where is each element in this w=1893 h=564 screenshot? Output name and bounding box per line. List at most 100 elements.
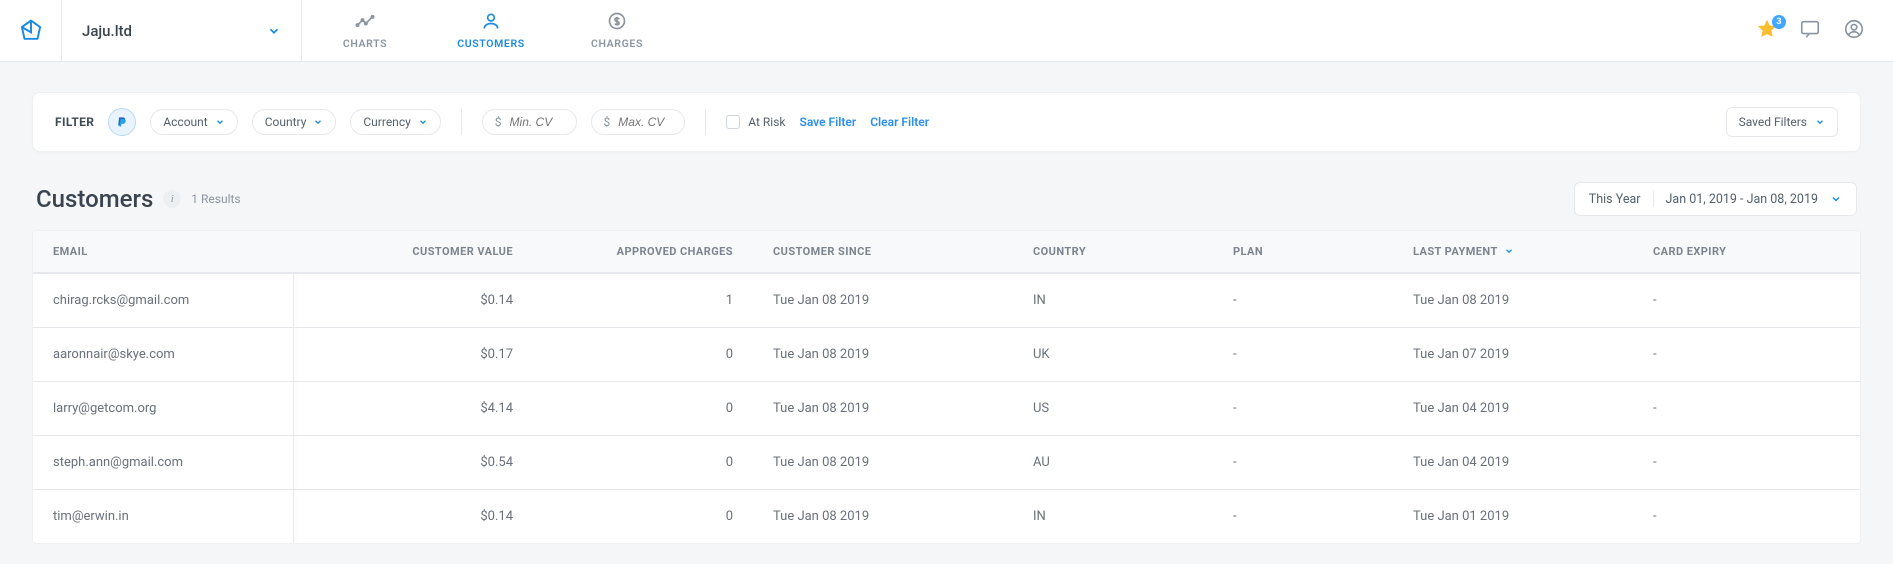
cell-email: chirag.rcks@gmail.com [33, 293, 293, 308]
cell-approved: 0 [533, 401, 753, 416]
cell-plan: - [1213, 347, 1393, 362]
table-row[interactable]: tim@erwin.in$0.140Tue Jan 08 2019IN-Tue … [33, 489, 1860, 543]
cell-since: Tue Jan 08 2019 [753, 509, 1013, 524]
cell-customer-value: $4.14 [293, 401, 533, 416]
date-range-picker[interactable]: This Year Jan 01, 2019 - Jan 08, 2019 [1574, 182, 1857, 216]
cell-approved: 0 [533, 509, 753, 524]
chevron-down-icon [418, 117, 428, 127]
pill-label: Country [265, 115, 307, 129]
pill-label: Account [163, 115, 207, 129]
nav-tabs: CHARTS CUSTOMERS CHARGES [302, 0, 680, 61]
table-body: chirag.rcks@gmail.com$0.141Tue Jan 08 20… [33, 273, 1860, 543]
chevron-down-icon [1830, 193, 1842, 205]
sort-desc-icon [1504, 246, 1514, 256]
country-filter[interactable]: Country [252, 109, 337, 135]
col-last-payment[interactable]: LAST PAYMENT [1393, 245, 1633, 258]
results-count: 1 Results [191, 192, 240, 206]
col-approved[interactable]: APPROVED CHARGES [533, 245, 753, 258]
col-country[interactable]: COUNTRY [1013, 245, 1213, 258]
cell-approved: 1 [533, 293, 753, 308]
chevron-down-icon [267, 24, 281, 38]
pill-label: Currency [363, 115, 410, 129]
dollar-icon [607, 11, 627, 31]
currency-symbol: $ [495, 115, 502, 129]
page-title: Customers [36, 185, 153, 213]
notifications-button[interactable]: 3 [1757, 19, 1777, 43]
tab-label: CHARGES [591, 37, 643, 50]
table-row[interactable]: aaronnair@skye.com$0.170Tue Jan 08 2019U… [33, 327, 1860, 381]
cell-email: larry@getcom.org [33, 401, 293, 416]
clear-filter-link[interactable]: Clear Filter [870, 115, 929, 129]
chart-icon [355, 11, 375, 31]
max-cv-input[interactable]: $ [591, 109, 686, 135]
page: FILTER Account Country Currency $ $ [0, 62, 1893, 564]
cell-country: AU [1013, 455, 1213, 470]
cell-customer-value: $0.54 [293, 455, 533, 470]
account-button[interactable] [1843, 18, 1865, 44]
chat-icon [1799, 18, 1821, 40]
info-icon[interactable]: i [163, 190, 181, 208]
cell-customer-value: $0.17 [293, 347, 533, 362]
col-customer-value[interactable]: CUSTOMER VALUE [293, 245, 533, 258]
chevron-down-icon [215, 117, 225, 127]
saved-filters-dropdown[interactable]: Saved Filters [1726, 107, 1838, 137]
account-filter[interactable]: Account [150, 109, 237, 135]
cell-expiry: - [1633, 455, 1860, 470]
cell-plan: - [1213, 509, 1393, 524]
col-since[interactable]: CUSTOMER SINCE [753, 245, 1013, 258]
cell-expiry: - [1633, 293, 1860, 308]
paypal-filter-chip[interactable] [108, 108, 136, 136]
min-cv-input[interactable]: $ [482, 109, 577, 135]
chevron-down-icon [1815, 117, 1825, 127]
table-row[interactable]: chirag.rcks@gmail.com$0.141Tue Jan 08 20… [33, 273, 1860, 327]
cell-email: aaronnair@skye.com [33, 347, 293, 362]
cell-since: Tue Jan 08 2019 [753, 401, 1013, 416]
cell-since: Tue Jan 08 2019 [753, 293, 1013, 308]
col-plan[interactable]: PLAN [1213, 245, 1393, 258]
user-icon [481, 11, 501, 31]
save-filter-link[interactable]: Save Filter [800, 115, 857, 129]
col-label: LAST PAYMENT [1413, 245, 1498, 258]
checkbox-icon [726, 115, 740, 129]
cell-approved: 0 [533, 347, 753, 362]
org-picker[interactable]: Jaju.ltd [62, 0, 302, 61]
min-cv-field[interactable] [508, 114, 564, 130]
filter-title: FILTER [55, 115, 94, 129]
cell-last-payment: Tue Jan 04 2019 [1393, 455, 1633, 470]
customers-table: EMAIL CUSTOMER VALUE APPROVED CHARGES CU… [32, 230, 1861, 544]
messages-button[interactable] [1799, 18, 1821, 44]
filter-bar: FILTER Account Country Currency $ $ [32, 92, 1861, 152]
cell-last-payment: Tue Jan 04 2019 [1393, 401, 1633, 416]
tab-charges[interactable]: CHARGES [554, 0, 680, 61]
table-row[interactable]: larry@getcom.org$4.140Tue Jan 08 2019US-… [33, 381, 1860, 435]
cell-email: steph.ann@gmail.com [33, 455, 293, 470]
avatar-icon [1843, 18, 1865, 40]
cell-country: IN [1013, 509, 1213, 524]
divider [1653, 191, 1654, 207]
org-name: Jaju.ltd [82, 22, 132, 40]
cell-plan: - [1213, 293, 1393, 308]
cell-since: Tue Jan 08 2019 [753, 455, 1013, 470]
cell-approved: 0 [533, 455, 753, 470]
cell-last-payment: Tue Jan 08 2019 [1393, 293, 1633, 308]
app-logo[interactable] [0, 0, 62, 61]
col-email[interactable]: EMAIL [33, 245, 293, 258]
tab-label: CHARTS [343, 37, 387, 50]
tab-label: CUSTOMERS [457, 37, 525, 50]
currency-symbol: $ [604, 115, 611, 129]
at-risk-toggle[interactable]: At Risk [726, 115, 785, 129]
cell-country: IN [1013, 293, 1213, 308]
currency-filter[interactable]: Currency [350, 109, 440, 135]
saved-filters-label: Saved Filters [1739, 115, 1807, 129]
table-row[interactable]: steph.ann@gmail.com$0.540Tue Jan 08 2019… [33, 435, 1860, 489]
cell-plan: - [1213, 455, 1393, 470]
col-expiry[interactable]: CARD EXPIRY [1633, 245, 1860, 258]
date-range: Jan 01, 2019 - Jan 08, 2019 [1666, 192, 1818, 207]
max-cv-field[interactable] [616, 114, 672, 130]
tab-charts[interactable]: CHARTS [302, 0, 428, 61]
cell-since: Tue Jan 08 2019 [753, 347, 1013, 362]
tab-customers[interactable]: CUSTOMERS [428, 0, 554, 61]
paypal-icon [115, 115, 129, 129]
cell-customer-value: $0.14 [293, 293, 533, 308]
cell-last-payment: Tue Jan 01 2019 [1393, 509, 1633, 524]
